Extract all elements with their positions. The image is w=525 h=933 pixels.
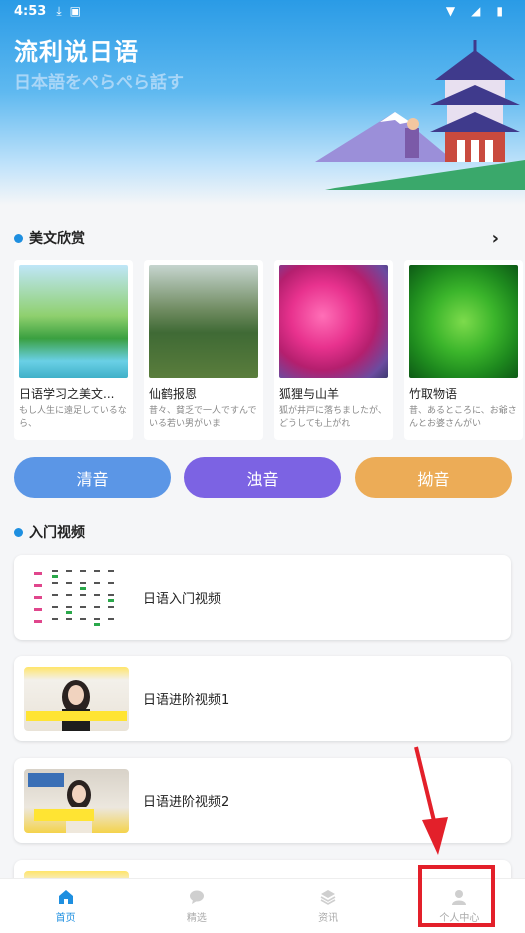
teacher-video-image — [26, 679, 127, 731]
article-title: 仙鹤报恩 — [149, 387, 198, 401]
download-icon: ⤓ — [56, 3, 62, 18]
tab-news[interactable]: 资讯 — [263, 879, 394, 933]
kana-chart-image — [34, 569, 114, 626]
seion-button[interactable]: 清音 — [14, 457, 171, 498]
video-thumbnail — [24, 768, 129, 833]
section-dot — [14, 233, 23, 243]
article-desc: 昔、あるところに、お爺さんとお婆さんがい — [409, 406, 517, 429]
status-bar: 4:53 ⤓ ▣ ▼ ◢ ▮ — [0, 0, 525, 22]
signal-icon: ◢ — [471, 4, 481, 18]
wifi-icon: ▼ — [445, 4, 456, 18]
video-card[interactable]: 日语入门视频 — [14, 555, 511, 640]
chat-icon — [189, 890, 204, 904]
app-subtitle: 日本語をぺらぺら話す — [14, 73, 184, 93]
video-section-header: 入门视频 — [14, 522, 85, 542]
articles-section-header: 美文欣赏 — [14, 228, 85, 248]
article-title: 日语学习之美文... — [19, 387, 115, 401]
layers-icon — [320, 890, 336, 905]
battery-icon: ▮ — [496, 4, 503, 18]
home-icon — [58, 890, 73, 904]
article-card[interactable]: 日语学习之美文... もし人生に遠足しているなら、 — [14, 260, 133, 440]
article-desc: 狐が井戸に落ちましたが、どうしても上がれ — [279, 406, 387, 429]
tab-label: 精选 — [186, 913, 207, 924]
teacher-video-image — [28, 772, 94, 833]
notification-icon: ▣ — [69, 4, 81, 18]
article-thumbnail — [279, 265, 388, 378]
video-section-title: 入门视频 — [29, 525, 85, 541]
article-desc: もし人生に遠足しているなら、 — [19, 406, 127, 429]
video-title: 日语入门视频 — [143, 592, 222, 607]
video-title: 日语进阶视频2 — [143, 795, 230, 810]
article-card[interactable]: 竹取物语 昔、あるところに、お爺さんとお婆さんがい — [404, 260, 523, 440]
article-title: 竹取物语 — [409, 387, 458, 401]
article-thumbnail — [149, 265, 258, 378]
article-carousel[interactable]: 日语学习之美文... もし人生に遠足しているなら、 仙鹤报恩 昔々、貧乏で一人で… — [14, 260, 525, 440]
annotation-arrow-icon — [414, 746, 448, 855]
youon-button[interactable]: 拗音 — [355, 457, 512, 498]
pagoda-illustration — [315, 40, 525, 190]
section-dot — [14, 527, 23, 537]
article-desc: 昔々、貧乏で一人ですんでいる若い男がいま — [149, 406, 257, 429]
article-card[interactable]: 仙鹤报恩 昔々、貧乏で一人ですんでいる若い男がいま — [144, 260, 263, 440]
tab-home[interactable]: 首页 — [0, 879, 131, 933]
annotation-highlight-box — [418, 865, 495, 927]
video-card[interactable]: 日语进阶视频1 — [14, 656, 511, 741]
tab-label: 首页 — [55, 913, 76, 924]
chevron-right-icon[interactable]: › — [492, 228, 499, 249]
video-title: 日语进阶视频1 — [143, 693, 230, 708]
app-title: 流利说日语 — [14, 38, 139, 66]
tab-label: 资讯 — [318, 913, 339, 924]
header-banner: 流利说日语 日本語をぺらぺら話す — [0, 0, 525, 205]
tab-featured[interactable]: 精选 — [131, 879, 262, 933]
status-time: 4:53 — [14, 3, 47, 19]
dakuon-button[interactable]: 浊音 — [184, 457, 341, 498]
video-thumbnail — [24, 565, 129, 630]
article-thumbnail — [19, 265, 128, 378]
article-title: 狐狸与山羊 — [279, 387, 340, 401]
articles-section-title: 美文欣赏 — [29, 231, 85, 247]
article-thumbnail — [409, 265, 518, 378]
video-thumbnail — [24, 666, 129, 731]
article-card[interactable]: 狐狸与山羊 狐が井戸に落ちましたが、どうしても上がれ — [274, 260, 393, 440]
